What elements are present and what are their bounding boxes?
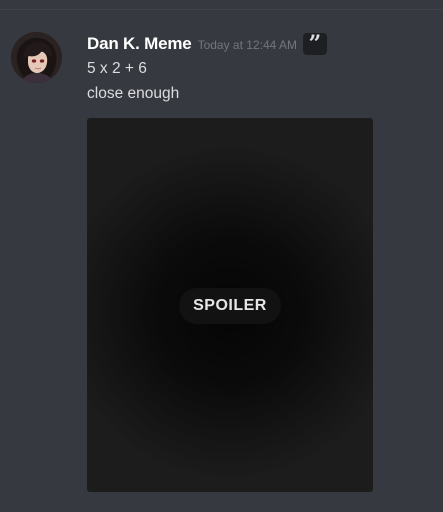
message-line: 5 x 2 + 6 <box>87 60 147 77</box>
avatar-image <box>11 32 62 83</box>
message-line: close enough <box>87 85 180 102</box>
timestamp[interactable]: Today at 12:44 AM <box>198 38 297 52</box>
chat-message: Dan K. Meme Today at 12:44 AM ” 5 x 2 + … <box>0 0 443 512</box>
avatar[interactable] <box>11 32 62 83</box>
quote-icon: ” <box>302 33 327 55</box>
message-header: Dan K. Meme Today at 12:44 AM ” <box>87 32 327 56</box>
username[interactable]: Dan K. Meme <box>87 34 192 54</box>
spoiler-image-attachment[interactable]: SPOILER <box>87 118 373 492</box>
spoiler-label[interactable]: SPOILER <box>179 288 281 324</box>
